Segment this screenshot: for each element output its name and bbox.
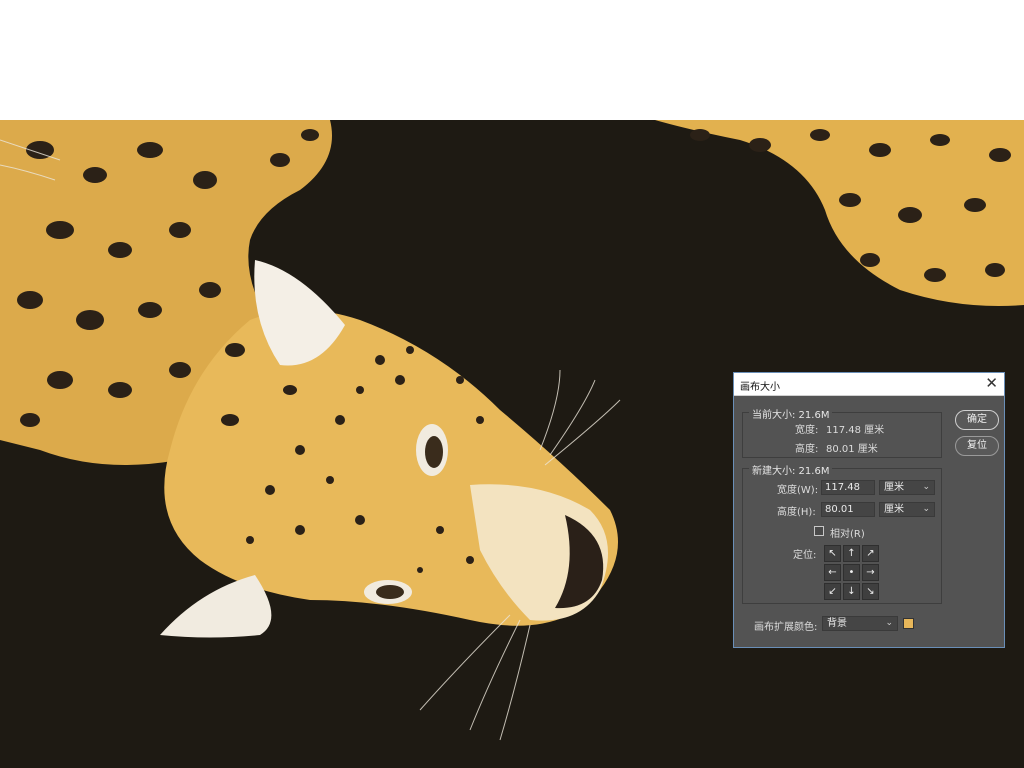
height-unit-value: 厘米 [884,504,904,515]
current-height-value: 80.01 厘米 [826,444,878,455]
current-width-value: 117.48 厘米 [826,425,885,436]
anchor-bottom-right[interactable]: ↘ [862,583,879,600]
extension-color-select[interactable]: 背景 ⌄ [822,616,898,631]
color-swatch[interactable] [903,618,914,629]
reset-button[interactable]: 复位 [955,436,999,456]
width-unit-select[interactable]: 厘米 ⌄ [879,480,935,495]
chevron-down-icon: ⌄ [922,482,930,492]
anchor-left[interactable]: ← [824,564,841,581]
extension-color-value: 背景 [827,618,847,629]
current-height-label: 高度: [795,444,819,455]
current-width-label: 宽度: [795,425,819,436]
current-size-legend: 当前大小: 21.6M [749,406,833,421]
new-width-label: 宽度(W): [777,485,819,496]
anchor-grid: ↖ ↑ ↗ ← • → ↙ ↓ ↘ [824,545,879,600]
anchor-bottom-left[interactable]: ↙ [824,583,841,600]
chevron-down-icon: ⌄ [922,504,930,514]
anchor-label: 定位: [793,550,817,561]
dialog-titlebar: 画布大小 ✕ [734,373,1004,396]
dialog-title: 画布大小 [740,382,780,393]
anchor-top-right[interactable]: ↗ [862,545,879,562]
width-input[interactable] [821,480,875,495]
height-input[interactable] [821,502,875,517]
new-size-group: 新建大小: 21.6M 宽度(W): 厘米 ⌄ 高度(H): 厘米 ⌄ 相对(R… [742,462,942,604]
relative-label[interactable]: 相对(R) [830,525,865,540]
anchor-top-left[interactable]: ↖ [824,545,841,562]
canvas-size-dialog: 画布大小 ✕ 当前大小: 21.6M 宽度: 117.48 厘米 高度: 80.… [733,372,1005,648]
current-size-group: 当前大小: 21.6M 宽度: 117.48 厘米 高度: 80.01 厘米 [742,406,942,458]
relative-checkbox[interactable] [814,526,824,536]
height-unit-select[interactable]: 厘米 ⌄ [879,502,935,517]
new-size-legend: 新建大小: 21.6M [749,462,833,477]
new-height-label: 高度(H): [777,507,816,518]
width-unit-value: 厘米 [884,482,904,493]
anchor-right[interactable]: → [862,564,879,581]
anchor-top[interactable]: ↑ [843,545,860,562]
close-icon[interactable]: ✕ [985,375,998,391]
anchor-bottom[interactable]: ↓ [843,583,860,600]
chevron-down-icon: ⌄ [885,618,893,628]
ok-button[interactable]: 确定 [955,410,999,430]
anchor-center[interactable]: • [843,564,860,581]
extension-color-label: 画布扩展颜色: [754,622,818,633]
